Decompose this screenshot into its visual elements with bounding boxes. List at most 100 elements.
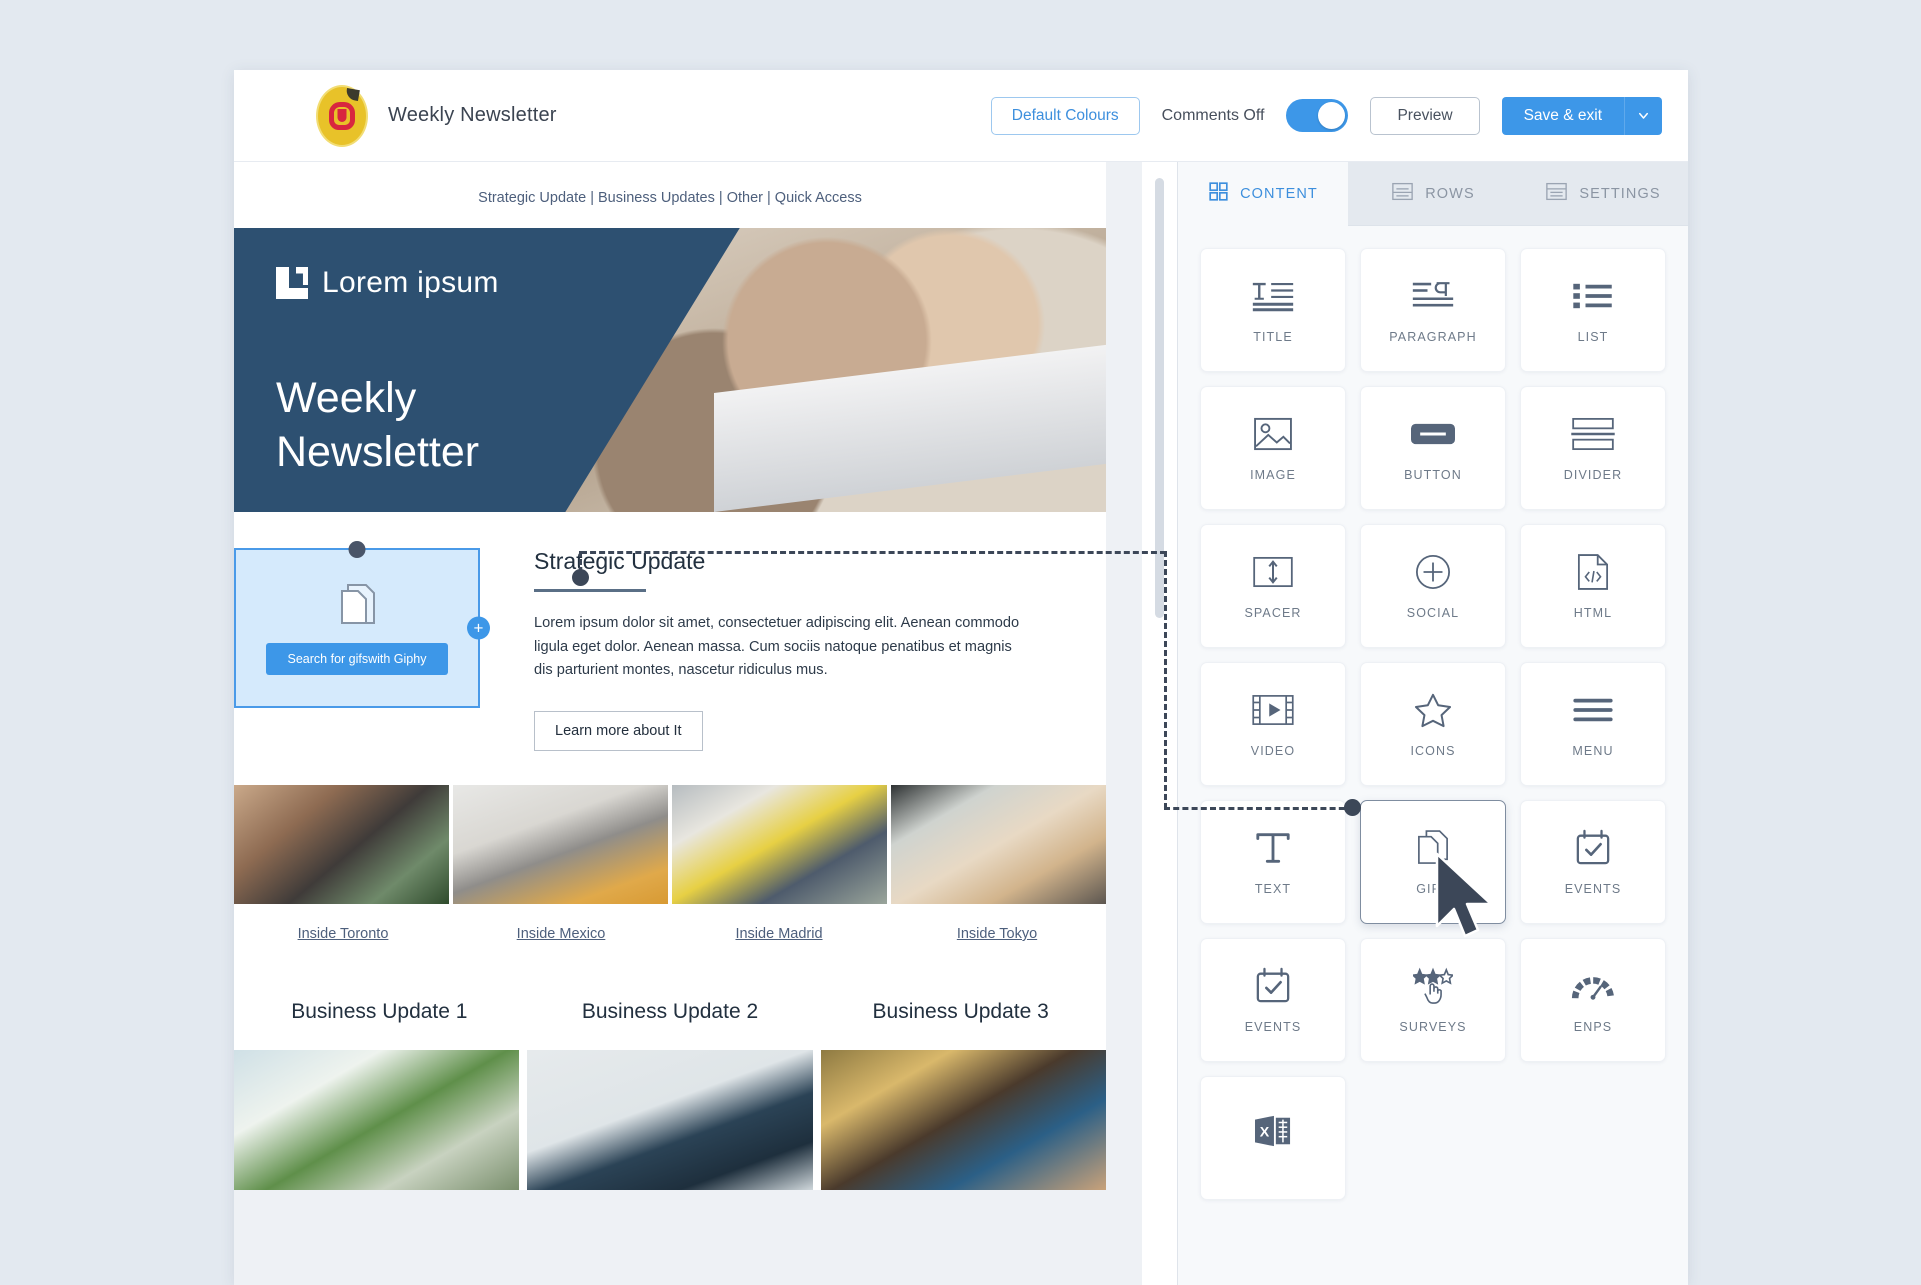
default-colours-button[interactable]: Default Colours bbox=[990, 96, 1140, 135]
tile-menu[interactable]: MENU bbox=[1520, 662, 1666, 786]
plus-circle-icon bbox=[1415, 552, 1451, 592]
save-and-exit-button[interactable]: Save & exit bbox=[1501, 96, 1624, 135]
gif-placeholder-block[interactable]: Search for gifswith Giphy + bbox=[234, 541, 490, 708]
tile-menu-label: MENU bbox=[1572, 744, 1614, 758]
toolbar-actions: Default Colours Comments Off Preview Sav… bbox=[990, 96, 1662, 135]
tile-enps-label: ENPS bbox=[1573, 1020, 1613, 1034]
business-update-photo-2 bbox=[527, 1049, 813, 1190]
gif-search-button[interactable]: Search for gifswith Giphy bbox=[265, 643, 449, 675]
grid-icon bbox=[1208, 181, 1229, 206]
city-link-mexico[interactable]: Inside Mexico bbox=[452, 926, 670, 942]
plus-icon[interactable]: + bbox=[467, 616, 490, 640]
tile-button-label: BUTTON bbox=[1404, 468, 1462, 482]
tile-gifs-label: GIFS bbox=[1416, 882, 1450, 896]
drag-guide-dot-source bbox=[572, 569, 589, 586]
company-logo-icon bbox=[316, 84, 368, 147]
tile-social[interactable]: SOCIAL bbox=[1360, 524, 1506, 648]
excel-icon: X bbox=[1253, 1111, 1293, 1151]
tile-paragraph-label: PARAGRAPH bbox=[1389, 330, 1477, 344]
tile-title[interactable]: TITLE bbox=[1200, 248, 1346, 372]
city-photo-toronto bbox=[234, 784, 449, 904]
business-updates-photos bbox=[234, 1049, 1106, 1190]
city-links-row: Inside Toronto Inside Mexico Inside Madr… bbox=[234, 903, 1106, 966]
document-title: Weekly Newsletter bbox=[388, 104, 557, 126]
nav-sep-2: | bbox=[714, 190, 727, 206]
svg-text:X: X bbox=[1260, 1125, 1270, 1141]
settings-panel-icon bbox=[1545, 181, 1568, 206]
tile-gifs[interactable]: GIFS bbox=[1360, 800, 1506, 924]
hero-title-line-2: Newsletter bbox=[276, 427, 480, 476]
comments-toggle[interactable] bbox=[1286, 99, 1349, 132]
tile-video-label: VIDEO bbox=[1250, 744, 1296, 758]
tile-list[interactable]: LIST bbox=[1520, 248, 1666, 372]
panel-tabs: CONTENT ROWS SETTINGS bbox=[1178, 162, 1688, 226]
hero-title-line-1: Weekly bbox=[276, 374, 417, 422]
tile-button[interactable]: BUTTON bbox=[1360, 386, 1506, 510]
city-link-toronto[interactable]: Inside Toronto bbox=[234, 926, 452, 942]
tile-icons-label: ICONS bbox=[1410, 744, 1456, 758]
tab-content[interactable]: CONTENT bbox=[1178, 162, 1348, 226]
drag-handle-dot[interactable] bbox=[348, 541, 366, 558]
tile-divider[interactable]: DIVIDER bbox=[1520, 386, 1666, 510]
tab-rows[interactable]: ROWS bbox=[1348, 162, 1518, 226]
nav-link-strategic-update[interactable]: Strategic Update bbox=[478, 190, 586, 206]
tab-content-label: CONTENT bbox=[1240, 185, 1318, 202]
paragraph-icon bbox=[1411, 276, 1455, 316]
nav-sep-1: | bbox=[586, 190, 598, 206]
business-update-photo-1 bbox=[234, 1049, 520, 1190]
spacer-icon bbox=[1252, 552, 1294, 592]
comments-toggle-label: Comments Off bbox=[1161, 106, 1265, 124]
email-hero-banner: Lorem ipsum Weekly Newsletter bbox=[234, 228, 1106, 512]
nav-link-quick-access[interactable]: Quick Access bbox=[775, 190, 862, 206]
tile-html-label: HTML bbox=[1573, 606, 1613, 620]
tile-video[interactable]: VIDEO bbox=[1200, 662, 1346, 786]
tile-surveys[interactable]: SURVEYS bbox=[1360, 938, 1506, 1062]
city-link-tokyo[interactable]: Inside Tokyo bbox=[888, 926, 1106, 942]
toggle-knob bbox=[1318, 102, 1346, 129]
business-update-heading-2: Business Update 2 bbox=[581, 999, 759, 1023]
tile-social-label: SOCIAL bbox=[1406, 606, 1460, 620]
calendar-check-icon bbox=[1255, 966, 1291, 1006]
nav-link-business-updates[interactable]: Business Updates bbox=[598, 190, 715, 206]
lorem-bracket-icon bbox=[276, 267, 308, 299]
tile-events-2-label: EVENTS bbox=[1244, 1020, 1302, 1034]
learn-more-button[interactable]: Learn more about It bbox=[534, 710, 703, 751]
business-updates-headings: Business Update 1 Business Update 2 Busi… bbox=[234, 1000, 1106, 1024]
nav-sep-3: | bbox=[762, 190, 775, 206]
html-code-icon bbox=[1577, 552, 1609, 592]
tile-excel[interactable]: X bbox=[1200, 1076, 1346, 1200]
button-icon bbox=[1409, 414, 1457, 454]
tile-text[interactable]: TEXT bbox=[1200, 800, 1346, 924]
email-document: Strategic Update | Business Updates | Ot… bbox=[234, 162, 1106, 1190]
canvas-scrollbar[interactable] bbox=[1142, 162, 1178, 1285]
star-icon bbox=[1414, 690, 1452, 730]
brand: Weekly Newsletter bbox=[316, 84, 557, 147]
preview-button[interactable]: Preview bbox=[1370, 96, 1480, 135]
chevron-down-icon[interactable] bbox=[1624, 96, 1662, 135]
tab-settings[interactable]: SETTINGS bbox=[1518, 162, 1688, 226]
city-link-madrid[interactable]: Inside Madrid bbox=[670, 926, 888, 942]
canvas-scrollbar-thumb[interactable] bbox=[1155, 178, 1164, 618]
save-button-group: Save & exit bbox=[1501, 96, 1662, 135]
tile-events-2[interactable]: EVENTS bbox=[1200, 938, 1346, 1062]
tile-paragraph[interactable]: PARAGRAPH bbox=[1360, 248, 1506, 372]
tile-image[interactable]: IMAGE bbox=[1200, 386, 1346, 510]
tile-enps[interactable]: ENPS bbox=[1520, 938, 1666, 1062]
strategic-update-title: Strategic Update bbox=[534, 548, 706, 574]
nav-link-other[interactable]: Other bbox=[727, 190, 763, 206]
tile-title-label: TITLE bbox=[1253, 330, 1293, 344]
tile-icons[interactable]: ICONS bbox=[1360, 662, 1506, 786]
title-underline-rule bbox=[534, 589, 646, 592]
video-icon bbox=[1251, 690, 1295, 730]
tile-events-1[interactable]: EVENTS bbox=[1520, 800, 1666, 924]
city-photo-tokyo bbox=[891, 784, 1106, 904]
tile-html[interactable]: HTML bbox=[1520, 524, 1666, 648]
tile-events-1-label: EVENTS bbox=[1564, 882, 1622, 896]
city-photo-strip bbox=[234, 784, 1106, 904]
strategic-update-body: Lorem ipsum dolor sit amet, consectetuer… bbox=[534, 615, 1020, 679]
content-tile-grid: TITLE PARAGRAPH LIST IMAGE BUTTON DIVIDE… bbox=[1178, 226, 1688, 1200]
list-icon bbox=[1572, 276, 1614, 316]
business-update-heading-1: Business Update 1 bbox=[291, 999, 468, 1023]
business-update-heading-3: Business Update 3 bbox=[872, 999, 1049, 1023]
tile-spacer[interactable]: SPACER bbox=[1200, 524, 1346, 648]
